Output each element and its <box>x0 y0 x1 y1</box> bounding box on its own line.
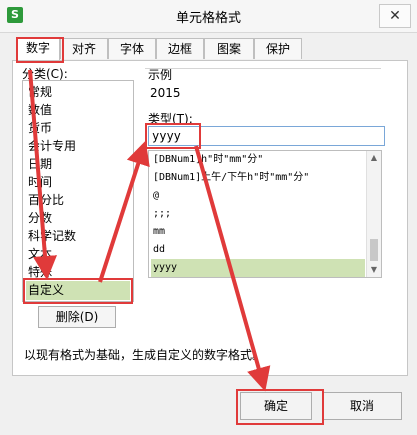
tab-protection[interactable]: 保护 <box>254 38 302 59</box>
format-item[interactable]: @ <box>151 187 365 205</box>
sample-value: 2015 <box>150 86 181 100</box>
category-item-general[interactable]: 常规 <box>26 83 130 102</box>
category-item-custom[interactable]: 自定义 <box>26 281 130 300</box>
tab-number[interactable]: 数字 <box>16 37 60 60</box>
format-item[interactable]: [DBNum1]h"时"mm"分" <box>151 151 365 169</box>
tab-border[interactable]: 边框 <box>156 38 204 59</box>
close-icon: ✕ <box>389 8 401 24</box>
type-input[interactable]: yyyy <box>148 126 385 146</box>
format-item-selected[interactable]: yyyy <box>151 259 365 277</box>
category-item-text[interactable]: 文本 <box>26 245 130 264</box>
category-item-fraction[interactable]: 分数 <box>26 209 130 228</box>
category-item-accounting[interactable]: 会计专用 <box>26 137 130 156</box>
category-item-time[interactable]: 时间 <box>26 173 130 192</box>
format-item[interactable]: [DBNum1]上午/下午h"时"mm"分" <box>151 169 365 187</box>
category-item-number[interactable]: 数值 <box>26 101 130 120</box>
category-item-special[interactable]: 特殊 <box>26 263 130 282</box>
delete-button[interactable]: 删除(D) <box>38 306 116 328</box>
window-title: 单元格格式 <box>175 11 241 26</box>
cancel-button[interactable]: 取消 <box>322 392 402 420</box>
category-item-currency[interactable]: 货币 <box>26 119 130 138</box>
scrollbar-thumb[interactable] <box>370 239 378 261</box>
category-item-percentage[interactable]: 百分比 <box>26 191 130 210</box>
chevron-down-icon[interactable]: ▼ <box>367 263 381 277</box>
type-label: 类型(T): <box>148 112 193 126</box>
category-item-scientific[interactable]: 科学记数 <box>26 227 130 246</box>
format-list-scrollbar[interactable]: ▲ ▼ <box>366 151 381 277</box>
tab-font[interactable]: 字体 <box>108 38 156 59</box>
close-button[interactable]: ✕ <box>379 4 411 28</box>
ok-button[interactable]: 确定 <box>240 392 312 420</box>
category-list[interactable]: 常规 数值 货币 会计专用 日期 时间 百分比 分数 科学记数 文本 特殊 自定… <box>22 80 134 302</box>
chevron-up-icon[interactable]: ▲ <box>367 151 381 165</box>
tab-alignment[interactable]: 对齐 <box>60 38 108 59</box>
category-item-date[interactable]: 日期 <box>26 155 130 174</box>
format-item[interactable]: dd <box>151 241 365 259</box>
title-bar: S 单元格格式 ✕ <box>0 0 417 33</box>
format-list[interactable]: [DBNum1]h"时"mm"分" [DBNum1]上午/下午h"时"mm"分"… <box>148 150 382 278</box>
tab-pattern[interactable]: 图案 <box>204 38 254 59</box>
description-text: 以现有格式为基础，生成自定义的数字格式。 <box>24 348 265 362</box>
format-item[interactable]: ;;; <box>151 205 365 223</box>
format-item[interactable]: mm <box>151 223 365 241</box>
